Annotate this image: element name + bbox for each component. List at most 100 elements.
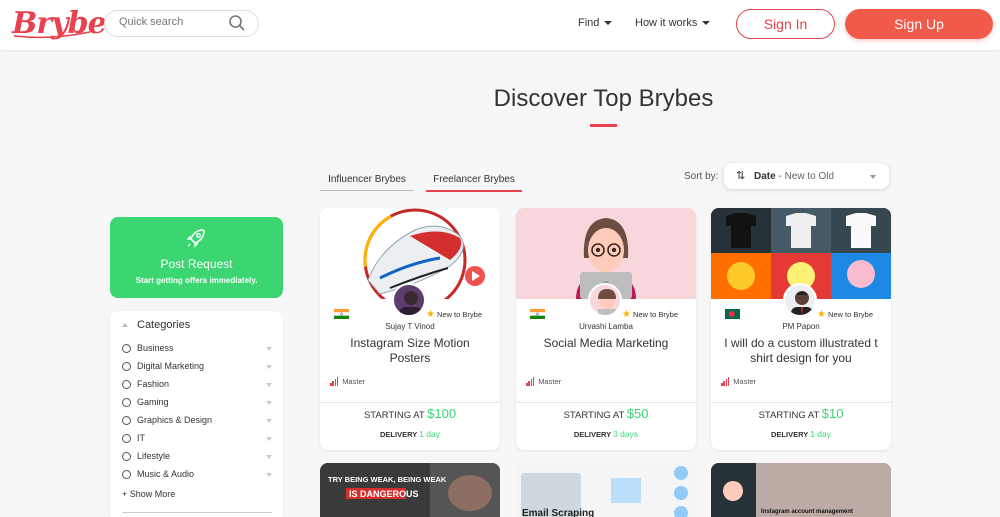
chevron-down-icon[interactable] [266,437,272,441]
gig-card-thumbnail[interactable]: Instagram account management [711,463,891,517]
new-to-brybe-badge: ★ New to Brybe [426,309,482,320]
new-to-brybe-badge: ★ New to Brybe [817,309,873,320]
chevron-down-icon[interactable] [266,365,272,369]
tab-freelancer-brybes[interactable]: Freelancer Brybes [426,174,522,192]
sort-label: Sort by: [684,171,719,182]
seller-name[interactable]: PM Papon [711,322,891,331]
radio-button[interactable] [122,470,131,479]
signal-bars-icon [330,377,339,386]
seller-level: Master [330,377,365,386]
post-request-button[interactable]: Post Request Start getting offers immedi… [110,217,283,298]
nav-how-label: How it works [635,17,698,29]
flag-bangladesh-icon [725,309,740,319]
search-icon[interactable] [228,14,246,32]
categories-panel: Categories Business Digital Marketing Fa… [110,311,283,517]
post-request-subtitle: Start getting offers immediately. [135,276,258,285]
avatar[interactable] [588,283,622,317]
gig-title[interactable]: Instagram Size Motion Posters [332,336,488,366]
star-icon: ★ [426,309,435,320]
delivery-time: DELIVERY 3 days [573,429,639,439]
starting-price: STARTING AT $100 [363,406,457,421]
sort-dropdown[interactable]: ⇅ Date - New to Old [724,163,889,189]
category-item-music-audio[interactable]: Music & Audio [122,468,274,484]
seller-level: Master [526,377,561,386]
instagram-management-image: Instagram account management [711,463,891,517]
divider [122,512,272,513]
chevron-up-icon [122,323,128,328]
top-header: Brybe... Find How it works Sign In Sign … [0,0,1000,50]
starting-price: STARTING AT $50 [563,406,649,421]
avatar[interactable] [783,283,817,317]
gig-card-thumbnail[interactable]: Email Scraping [516,463,696,517]
nav-find[interactable]: Find [578,17,613,29]
gig-card[interactable]: ★ New to Brybe Urvashi Lamba Social Media… [516,208,696,450]
chevron-down-icon[interactable] [266,401,272,405]
category-item-graphics-design[interactable]: Graphics & Design [122,414,274,430]
signal-bars-icon [526,377,535,386]
sign-up-button[interactable]: Sign Up [845,9,993,39]
gig-title[interactable]: I will do a custom illustrated t shirt d… [723,336,879,366]
nav-how-it-works[interactable]: How it works [635,17,711,29]
chevron-down-icon[interactable] [266,347,272,351]
category-item-it[interactable]: IT [122,432,274,448]
flag-india-icon [530,309,545,319]
radio-button[interactable] [122,380,131,389]
categories-header[interactable]: Categories [122,319,190,331]
page-title: Discover Top Brybes [493,85,714,112]
post-request-title: Post Request [160,257,233,271]
thumb-text: Email Scraping [522,508,594,517]
delivery-time: DELIVERY 1 day [380,429,440,439]
show-more-link[interactable]: + Show More [122,489,175,499]
avatar[interactable] [392,283,426,317]
tab-influencer-brybes[interactable]: Influencer Brybes [320,174,414,191]
thumb-text: TRY BEING WEAK, BEING WEAK [328,475,447,484]
gig-card-thumbnail[interactable]: TRY BEING WEAK, BEING WEAK IS DANGEROUS [320,463,500,517]
sign-in-button[interactable]: Sign In [736,9,835,39]
quick-search[interactable] [104,10,259,37]
thumb-text: Instagram account management [761,509,853,515]
seller-name[interactable]: Urvashi Lamba [516,322,696,331]
logo-swoosh-icon [13,31,91,39]
signal-bars-icon [721,377,730,386]
star-icon: ★ [817,309,826,320]
sort-value: Date - New to Old [754,171,835,182]
fitness-image: TRY BEING WEAK, BEING WEAK IS DANGEROUS [320,463,500,517]
radio-button[interactable] [122,398,131,407]
gig-card[interactable]: ★ New to Brybe Sujay T Vinod Instagram Si… [320,208,500,450]
starting-price: STARTING AT $10 [758,406,844,421]
sort-icon: ⇅ [736,170,746,182]
divider [320,402,500,403]
chevron-down-icon[interactable] [266,455,272,459]
radio-button[interactable] [122,344,131,353]
gig-title[interactable]: Social Media Marketing [528,336,684,351]
thumb-text: IS DANGEROUS [349,489,419,499]
seller-level: Master [721,377,756,386]
chevron-down-icon [604,21,613,26]
category-item-digital-marketing[interactable]: Digital Marketing [122,360,274,376]
category-item-gaming[interactable]: Gaming [122,396,274,412]
category-item-fashion[interactable]: Fashion [122,378,274,394]
divider [516,402,696,403]
flag-india-icon [334,309,349,319]
radio-button[interactable] [122,416,131,425]
category-item-lifestyle[interactable]: Lifestyle [122,450,274,466]
search-input[interactable] [119,16,219,28]
radio-button[interactable] [122,452,131,461]
chevron-down-icon[interactable] [266,473,272,477]
chevron-down-icon [870,175,876,179]
chevron-down-icon[interactable] [266,383,272,387]
category-item-business[interactable]: Business [122,342,274,358]
divider [711,402,891,403]
title-underline [590,124,617,127]
radio-button[interactable] [122,434,131,443]
chevron-down-icon [702,21,711,26]
email-scraping-image: Email Scraping [516,463,696,517]
radio-button[interactable] [122,362,131,371]
delivery-time: DELIVERY 1 day [771,429,831,439]
nav-find-label: Find [578,17,600,29]
star-icon: ★ [622,309,631,320]
seller-name[interactable]: Sujay T Vinod [320,322,500,331]
gig-card[interactable]: ★ New to Brybe PM Papon I will do a custo… [711,208,891,450]
chevron-down-icon[interactable] [266,419,272,423]
new-to-brybe-badge: ★ New to Brybe [622,309,678,320]
